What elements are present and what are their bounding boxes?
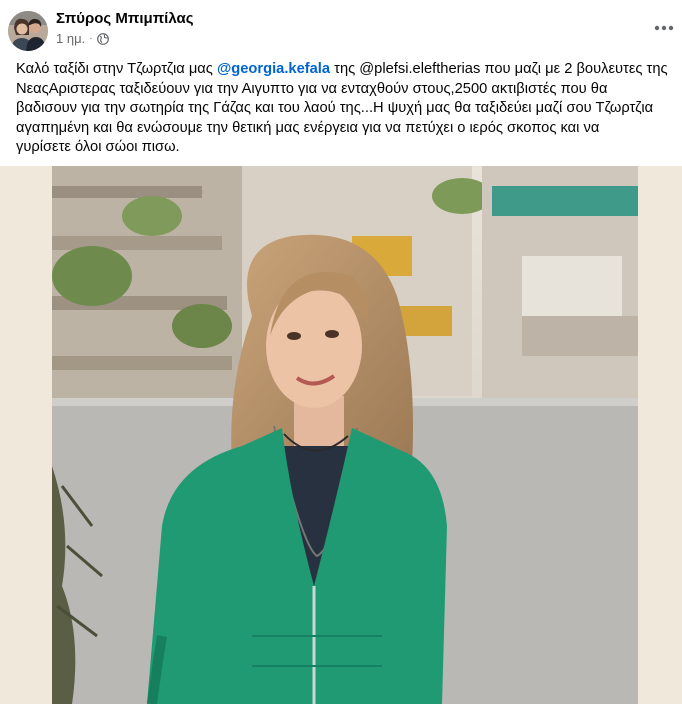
author-avatar[interactable] xyxy=(8,11,48,51)
post-text-segment: της @plefsi.eleftherias που μαζι με 2 βο… xyxy=(330,61,668,77)
post-meta: 1 ημ. · xyxy=(56,31,109,46)
post-text-line: Καλό ταξίδι στην Τζωρτζια μας @georgia.k… xyxy=(16,60,678,80)
post-media xyxy=(0,166,682,704)
post-text-line: βαδισουν για την σωτηρία της Γάζας και τ… xyxy=(16,100,654,116)
mention-link[interactable]: @georgia.kefala xyxy=(217,61,330,77)
post-text-line: αγαπημένη και θα ενώσουμε την θετική μας… xyxy=(16,119,600,136)
post-text-line: ΝεαςΑριστερας ταξιδεύουν για την Αιγυπτο… xyxy=(16,80,608,97)
post-text-line: γυρίσετε όλοι σώοι πισω. xyxy=(16,139,180,155)
post-photo[interactable] xyxy=(52,166,638,704)
more-options-icon[interactable] xyxy=(650,14,678,42)
author-name[interactable]: Σπύρος Μπιμπίλας xyxy=(56,10,194,27)
facebook-post: Σπύρος Μπιμπίλας 1 ημ. · Καλό ταξίδι στη… xyxy=(0,0,682,704)
post-text-segment: Καλό ταξίδι στην Τζωρτζια μας xyxy=(16,61,217,77)
globe-icon xyxy=(96,32,109,45)
meta-separator: · xyxy=(89,33,93,44)
post-header: Σπύρος Μπιμπίλας 1 ημ. · xyxy=(0,0,682,52)
post-text: Καλό ταξίδι στην Τζωρτζια μας @georgia.k… xyxy=(16,60,678,158)
post-timestamp[interactable]: 1 ημ. xyxy=(56,31,85,46)
